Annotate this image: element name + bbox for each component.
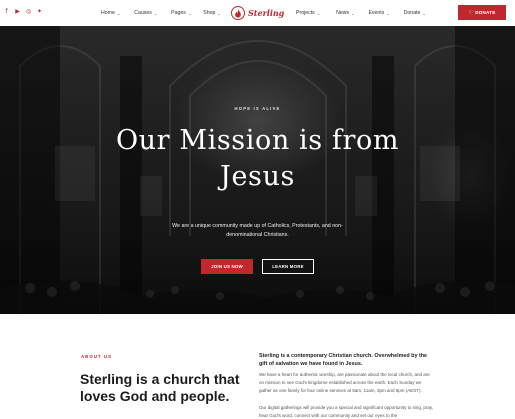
heart-hand-icon: ♡: [468, 9, 474, 16]
about-kicker: ABOUT US: [81, 354, 112, 359]
nav-label: Donate: [403, 10, 421, 16]
nav-item-news[interactable]: News ⌄: [336, 10, 354, 16]
twitter-icon[interactable]: ✦: [37, 9, 42, 15]
nav-label: News: [336, 10, 350, 16]
about-title: Sterling is a church that loves God and …: [80, 371, 240, 404]
about-lead: Sterling is a contemporary Christian chu…: [259, 353, 428, 367]
about-paragraph-2: Our digital gatherings will provide you …: [259, 405, 434, 418]
nav-item-events[interactable]: Events ⌄: [368, 10, 389, 16]
chevron-down-icon: ⌄: [351, 10, 355, 16]
join-us-button[interactable]: JOIN US NOW: [201, 259, 253, 274]
chevron-down-icon: ⌄: [386, 10, 390, 16]
nav-item-projects[interactable]: Projects ⌄: [296, 10, 320, 16]
social-links: f ▶ ◎ ✦: [4, 9, 42, 15]
nav-label: Causes: [134, 10, 152, 16]
instagram-icon[interactable]: ◎: [26, 9, 31, 15]
flame-icon: [231, 6, 245, 20]
nav-label: Shop: [203, 10, 216, 16]
nav-label: Projects: [296, 10, 315, 16]
nav-item-causes[interactable]: Causes ⌄: [134, 10, 157, 16]
learn-more-button[interactable]: LEARN MORE: [262, 259, 314, 274]
nav-left: Home ⌄ Causes ⌄ Pages ⌄ Shop ⌄: [101, 10, 233, 16]
donate-button-label: DONATE: [475, 10, 496, 15]
nav-label: Home: [101, 10, 115, 16]
chevron-down-icon: ⌄: [316, 10, 321, 16]
chevron-down-icon: ⌄: [187, 10, 192, 16]
headline-line-2: Jesus: [220, 161, 295, 192]
chevron-down-icon: ⌄: [422, 10, 426, 16]
hero-headline: Our Mission is from Jesus: [0, 123, 515, 195]
logo-text: Sterling: [248, 8, 285, 18]
chevron-down-icon: ⌄: [116, 10, 121, 16]
nav-item-donate[interactable]: Donate ⌄: [404, 10, 426, 16]
donate-button[interactable]: ♡ DONATE: [458, 5, 506, 20]
nav-label: Events: [368, 10, 385, 16]
nav-item-home[interactable]: Home ⌄: [101, 10, 120, 16]
youtube-icon[interactable]: ▶: [15, 9, 20, 15]
nav-item-pages[interactable]: Pages ⌄: [171, 10, 191, 16]
facebook-icon[interactable]: f: [4, 9, 9, 15]
nav-item-shop[interactable]: Shop ⌄: [203, 10, 220, 16]
hero-subtext: We are a unique community made up of Cat…: [172, 223, 343, 238]
hero-section: HOPE IS ALIVE Our Mission is from Jesus …: [0, 26, 515, 314]
hero-kicker: HOPE IS ALIVE: [234, 106, 281, 111]
site-header: f ▶ ◎ ✦ Home ⌄ Causes ⌄ Pages ⌄ Shop ⌄ Sterl…: [0, 0, 515, 26]
about-paragraph-1: We have a heart for authentic worship, a…: [259, 372, 430, 393]
headline-line-1: Our Mission is from: [115, 125, 400, 156]
nav-label: Pages: [171, 10, 186, 16]
nav-right: Projects ⌄ News ⌄ Events ⌄ Donate ⌄: [296, 10, 438, 16]
chevron-down-icon: ⌄: [217, 10, 221, 16]
chevron-down-icon: ⌄: [153, 10, 158, 16]
site-logo[interactable]: Sterling: [231, 6, 284, 20]
